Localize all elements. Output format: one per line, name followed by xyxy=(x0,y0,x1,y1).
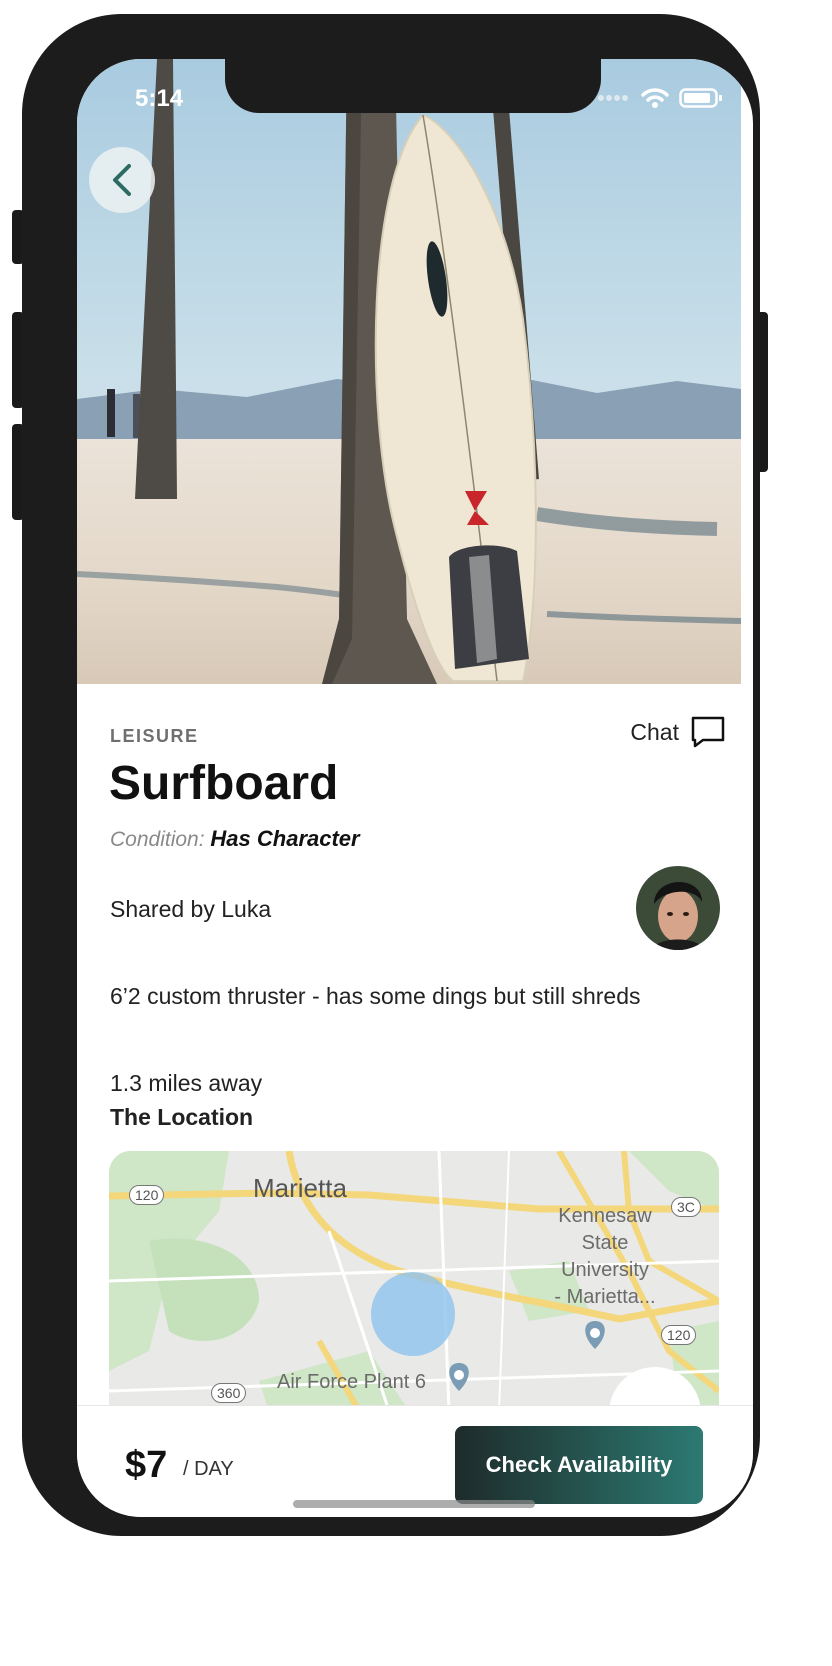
chevron-left-icon xyxy=(113,164,131,196)
home-indicator[interactable] xyxy=(293,1500,535,1508)
shared-by: Shared by Luka xyxy=(110,896,271,923)
map-university-line-4: - Marietta... xyxy=(554,1286,656,1308)
battery-icon xyxy=(679,88,722,108)
phone-frame: 5:14 LEISURE Chat Surfboard Condition: H… xyxy=(22,14,760,1536)
chat-label: Chat xyxy=(630,718,679,745)
status-icons xyxy=(597,87,723,109)
map-university-line-2: State xyxy=(581,1232,629,1254)
condition-value: Has Character xyxy=(210,826,360,851)
item-title: Surfboard xyxy=(109,757,339,810)
distance-value: 1.3 xyxy=(110,1070,142,1096)
chat-button[interactable]: Chat xyxy=(630,716,725,748)
chat-bubble-icon xyxy=(691,716,725,748)
check-availability-button[interactable]: Check Availability xyxy=(455,1426,703,1504)
map-university-line-1: Kennesaw xyxy=(558,1205,652,1227)
location-map[interactable]: Marietta Kennesaw State University - Mar… xyxy=(109,1151,719,1411)
owner-avatar[interactable] xyxy=(636,866,720,950)
map-university-line-3: University xyxy=(561,1259,649,1281)
condition-label: Condition: xyxy=(110,828,205,851)
avatar-photo xyxy=(636,866,720,950)
owner-name[interactable]: Luka xyxy=(221,896,271,922)
price-amount: $7 xyxy=(125,1444,168,1486)
map-university-label: Kennesaw State University - Marietta... xyxy=(545,1203,665,1311)
wifi-icon xyxy=(641,88,669,108)
map-poi-label: Air Force Plant 6 xyxy=(277,1371,426,1393)
route-shield: 120 xyxy=(661,1325,697,1345)
item-description: 6’2 custom thruster - has some dings but… xyxy=(110,983,641,1009)
category-label: LEISURE xyxy=(110,726,199,746)
route-shield: 3C xyxy=(671,1197,701,1217)
signal-dots-icon xyxy=(598,95,628,101)
beach-scene xyxy=(77,59,741,684)
distance-suffix: miles away xyxy=(148,1070,263,1096)
back-button[interactable] xyxy=(89,147,155,213)
item-photo xyxy=(77,59,741,684)
location-heading: The Location xyxy=(110,1104,254,1130)
shared-by-prefix: Shared by xyxy=(110,896,215,922)
route-shield: 120 xyxy=(129,1185,165,1205)
price-unit: / DAY xyxy=(183,1458,234,1480)
route-shield: 360 xyxy=(211,1383,247,1403)
notch xyxy=(225,59,601,113)
screen: 5:14 LEISURE Chat Surfboard Condition: H… xyxy=(77,59,753,1517)
map-city-label: Marietta xyxy=(253,1173,347,1203)
condition-line: Condition: Has Character xyxy=(110,826,360,852)
status-time: 5:14 xyxy=(135,85,184,112)
distance: 1.3 miles away xyxy=(110,1070,262,1097)
